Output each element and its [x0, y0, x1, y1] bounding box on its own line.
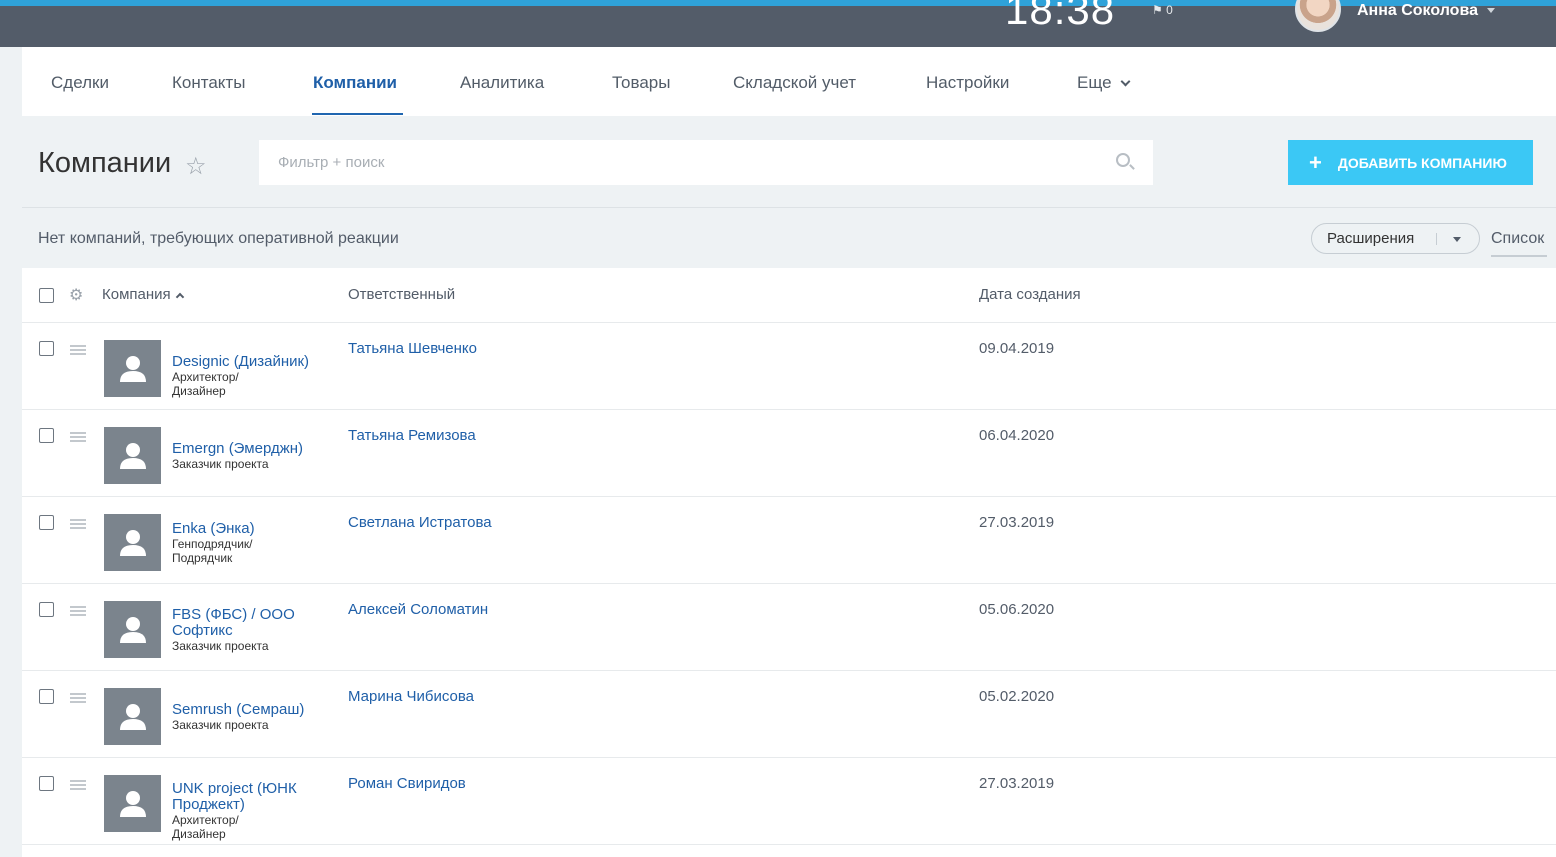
row-checkbox[interactable] — [39, 515, 54, 530]
company-type: Архитектор/ Дизайнер — [172, 370, 239, 398]
row-checkbox[interactable] — [39, 428, 54, 443]
user-silhouette-icon — [119, 703, 146, 730]
grid-header: ⚙ Компания Ответственный Дата создания — [22, 268, 1556, 323]
user-silhouette-icon — [119, 529, 146, 556]
column-header-created[interactable]: Дата создания — [979, 286, 1081, 303]
user-silhouette-icon — [119, 790, 146, 817]
chevron-down-icon — [1120, 76, 1131, 87]
company-type: Заказчик проекта — [172, 457, 269, 471]
company-name-link[interactable]: Enka (Энка) — [172, 521, 322, 537]
gear-icon[interactable]: ⚙ — [69, 288, 83, 304]
top-header: 18:38 ⚑ 0 Анна Соколова — [0, 0, 1556, 47]
user-name[interactable]: Анна Соколова — [1357, 2, 1478, 20]
nav-active-underline — [312, 113, 403, 115]
row-checkbox[interactable] — [39, 341, 54, 356]
company-type: Генподрядчик/ Подрядчик — [172, 537, 253, 565]
section-divider — [22, 207, 1556, 208]
caret-down-icon — [1453, 237, 1461, 242]
created-date: 27.03.2019 — [979, 775, 1055, 792]
add-company-button[interactable]: + ДОБАВИТЬ КОМПАНИЮ — [1288, 140, 1533, 185]
flag-icon: ⚑ — [1152, 3, 1163, 17]
company-logo-placeholder — [104, 340, 161, 397]
drag-handle-icon[interactable] — [70, 606, 86, 616]
table-row[interactable]: UNK project (ЮНК Проджект) Архитектор/ Д… — [22, 758, 1556, 845]
view-list-underline — [1491, 255, 1547, 257]
drag-handle-icon[interactable] — [70, 432, 86, 442]
company-logo-placeholder — [104, 775, 161, 832]
flag-count: 0 — [1166, 3, 1173, 17]
responsible-link[interactable]: Алексей Соломатин — [348, 601, 488, 618]
select-all-checkbox[interactable] — [39, 288, 54, 303]
company-name-link[interactable]: Semrush (Семраш) — [172, 702, 322, 718]
company-logo-placeholder — [104, 514, 161, 571]
column-header-responsible[interactable]: Ответственный — [348, 286, 455, 303]
nav-item-more[interactable]: Еще — [1077, 73, 1131, 93]
sort-asc-icon — [175, 292, 184, 302]
company-type: Заказчик проекта — [172, 718, 269, 732]
responsible-link[interactable]: Светлана Истратова — [348, 514, 492, 531]
extensions-separator — [1436, 233, 1437, 245]
company-logo-placeholder — [104, 427, 161, 484]
company-logo-placeholder — [104, 688, 161, 745]
drag-handle-icon[interactable] — [70, 519, 86, 529]
created-date: 27.03.2019 — [979, 514, 1055, 531]
nav-item-companies[interactable]: Компании — [313, 73, 397, 93]
companies-grid: ⚙ Компания Ответственный Дата создания D… — [22, 268, 1556, 857]
company-name-link[interactable]: UNK project (ЮНК Проджект) — [172, 781, 312, 813]
user-silhouette-icon — [119, 355, 146, 382]
responsible-link[interactable]: Марина Чибисова — [348, 688, 474, 705]
header-clock[interactable]: 18:38 — [1005, 0, 1115, 34]
created-date: 05.06.2020 — [979, 601, 1055, 618]
search-box — [259, 140, 1153, 185]
column-company-label: Компания — [102, 286, 171, 303]
main-nav: Сделки Контакты Компании Аналитика Товар… — [22, 47, 1556, 116]
nav-item-contacts[interactable]: Контакты — [172, 73, 245, 93]
nav-item-analytics[interactable]: Аналитика — [460, 73, 544, 93]
add-company-label: ДОБАВИТЬ КОМПАНИЮ — [1337, 154, 1507, 171]
responsible-link[interactable]: Татьяна Шевченко — [348, 340, 477, 357]
table-row[interactable]: Designic (Дизайник) Архитектор/ Дизайнер… — [22, 323, 1556, 410]
plus-icon: + — [1309, 149, 1322, 175]
table-row[interactable]: FBS (ФБС) / ООО Софтикс Заказчик проекта… — [22, 584, 1556, 671]
company-type: Заказчик проекта — [172, 639, 269, 653]
user-silhouette-icon — [119, 616, 146, 643]
flag-counter[interactable]: ⚑ 0 — [1152, 3, 1173, 17]
created-date: 09.04.2019 — [979, 340, 1055, 357]
page-title: Компании — [38, 147, 172, 179]
responsible-link[interactable]: Роман Свиридов — [348, 775, 466, 792]
drag-handle-icon[interactable] — [70, 780, 86, 790]
extensions-label: Расширения — [1327, 230, 1415, 247]
table-row[interactable]: Emergn (Эмерджн) Заказчик проекта Татьян… — [22, 410, 1556, 497]
nav-item-settings[interactable]: Настройки — [926, 73, 1009, 93]
nav-item-more-label: Еще — [1077, 73, 1112, 92]
company-logo-placeholder — [104, 601, 161, 658]
status-message: Нет компаний, требующих оперативной реак… — [38, 230, 399, 247]
user-avatar[interactable] — [1295, 0, 1341, 32]
responsible-link[interactable]: Татьяна Ремизова — [348, 427, 476, 444]
company-name-link[interactable]: Emergn (Эмерджн) — [172, 441, 322, 457]
favorite-star-icon[interactable]: ☆ — [185, 152, 207, 181]
column-header-company[interactable]: Компания — [102, 286, 184, 303]
company-name-link[interactable]: FBS (ФБС) / ООО Софтикс — [172, 607, 312, 639]
nav-item-products[interactable]: Товары — [612, 73, 670, 93]
search-input[interactable] — [259, 140, 1109, 185]
user-menu-caret-icon[interactable] — [1487, 8, 1495, 13]
created-date: 05.02.2020 — [979, 688, 1055, 705]
table-row[interactable]: Enka (Энка) Генподрядчик/ Подрядчик Свет… — [22, 497, 1556, 584]
user-silhouette-icon — [119, 442, 146, 469]
table-row[interactable]: Semrush (Семраш) Заказчик проекта Марина… — [22, 671, 1556, 758]
view-list-tab[interactable]: Список — [1491, 230, 1544, 248]
nav-item-inventory[interactable]: Складской учет — [733, 73, 856, 93]
nav-item-deals[interactable]: Сделки — [51, 73, 109, 93]
row-checkbox[interactable] — [39, 689, 54, 704]
created-date: 06.04.2020 — [979, 427, 1055, 444]
drag-handle-icon[interactable] — [70, 345, 86, 355]
search-icon[interactable] — [1116, 153, 1130, 167]
extensions-dropdown[interactable]: Расширения — [1311, 223, 1480, 254]
row-checkbox[interactable] — [39, 602, 54, 617]
company-name-link[interactable]: Designic (Дизайник) — [172, 354, 322, 370]
drag-handle-icon[interactable] — [70, 693, 86, 703]
company-type: Архитектор/ Дизайнер — [172, 813, 239, 841]
row-checkbox[interactable] — [39, 776, 54, 791]
